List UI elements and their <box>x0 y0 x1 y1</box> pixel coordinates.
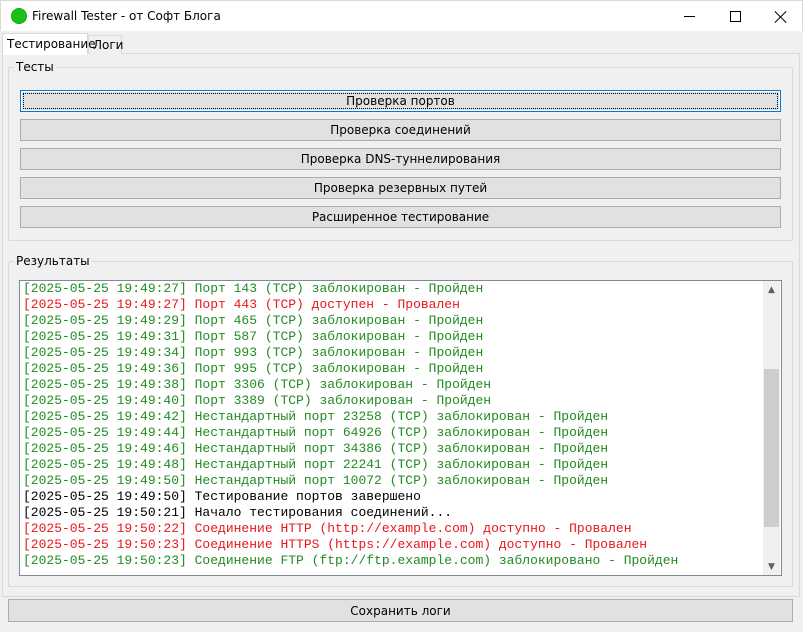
log-line: [2025-05-25 19:49:46] Нестандартный порт… <box>23 441 609 456</box>
save-logs-button[interactable]: Сохранить логи <box>8 599 793 622</box>
log-line: [2025-05-25 19:50:23] Соединение HTTPS (… <box>23 537 648 552</box>
scroll-up-arrow-icon[interactable]: ▲ <box>763 281 780 298</box>
log-line: [2025-05-25 19:49:36] Порт 995 (TCP) заб… <box>23 361 484 376</box>
log-line: [2025-05-25 19:49:38] Порт 3306 (TCP) за… <box>23 377 492 392</box>
maximize-icon <box>729 11 741 22</box>
log-line: [2025-05-25 19:50:21] Начало тестировани… <box>23 505 453 520</box>
maximize-button[interactable] <box>712 1 758 32</box>
advanced-testing-button[interactable]: Расширенное тестирование <box>20 206 781 228</box>
title-bar: Firewall Tester - от Софт Блога <box>0 0 803 31</box>
tests-group-label: Тесты <box>14 60 56 74</box>
log-line: [2025-05-25 19:49:48] Нестандартный порт… <box>23 457 609 472</box>
scroll-down-arrow-icon[interactable]: ▼ <box>763 558 780 575</box>
close-button[interactable] <box>758 1 803 32</box>
check-dns-tunneling-button[interactable]: Проверка DNS-туннелирования <box>20 148 781 170</box>
log-line: [2025-05-25 19:49:42] Нестандартный порт… <box>23 409 609 424</box>
log-line: [2025-05-25 19:49:27] Порт 143 (TCP) заб… <box>23 281 484 296</box>
log-lines: [2025-05-25 19:49:27] Порт 143 (TCP) заб… <box>23 281 763 569</box>
log-line: [2025-05-25 19:50:23] Соединение FTP (ft… <box>23 553 679 568</box>
tab-testing[interactable]: Тестирование <box>2 33 96 55</box>
check-ports-button[interactable]: Проверка портов <box>20 90 781 112</box>
minimize-icon <box>683 16 695 17</box>
log-line: [2025-05-25 19:49:50] Тестирование порто… <box>23 489 421 504</box>
log-scrollbar[interactable]: ▲ ▼ <box>763 281 780 575</box>
close-icon <box>775 11 787 23</box>
results-log[interactable]: [2025-05-25 19:49:27] Порт 143 (TCP) заб… <box>19 280 782 576</box>
log-line: [2025-05-25 19:49:34] Порт 993 (TCP) заб… <box>23 345 484 360</box>
log-line: [2025-05-25 19:49:50] Нестандартный порт… <box>23 473 609 488</box>
log-line: [2025-05-25 19:50:22] Соединение HTTP (h… <box>23 521 632 536</box>
minimize-button[interactable] <box>666 1 712 32</box>
log-line: [2025-05-25 19:49:40] Порт 3389 (TCP) за… <box>23 393 492 408</box>
check-connections-button[interactable]: Проверка соединений <box>20 119 781 141</box>
scrollbar-thumb[interactable] <box>764 369 779 527</box>
check-backup-paths-button[interactable]: Проверка резервных путей <box>20 177 781 199</box>
log-line: [2025-05-25 19:49:31] Порт 587 (TCP) заб… <box>23 329 484 344</box>
app-icon <box>11 8 27 24</box>
results-group-label: Результаты <box>14 254 92 268</box>
log-line: [2025-05-25 19:49:27] Порт 443 (TCP) дос… <box>23 297 460 312</box>
window-title: Firewall Tester - от Софт Блога <box>32 9 221 23</box>
log-line: [2025-05-25 19:49:29] Порт 465 (TCP) заб… <box>23 313 484 328</box>
log-line: [2025-05-25 19:49:44] Нестандартный порт… <box>23 425 609 440</box>
